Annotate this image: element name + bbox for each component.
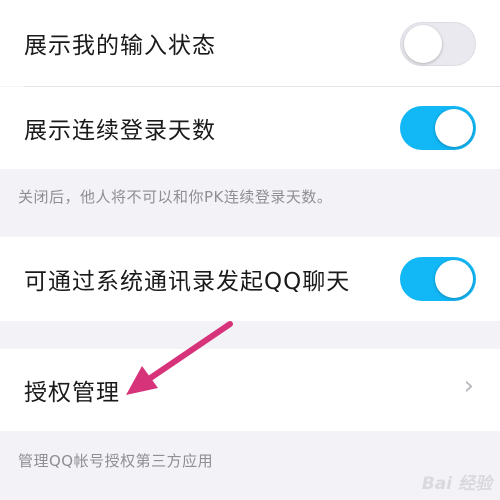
watermark-logo: Bai 经验 — [421, 474, 492, 494]
annotation-arrow-icon — [126, 321, 233, 395]
arrow-shaft — [143, 321, 233, 384]
arrow-head — [126, 366, 158, 395]
